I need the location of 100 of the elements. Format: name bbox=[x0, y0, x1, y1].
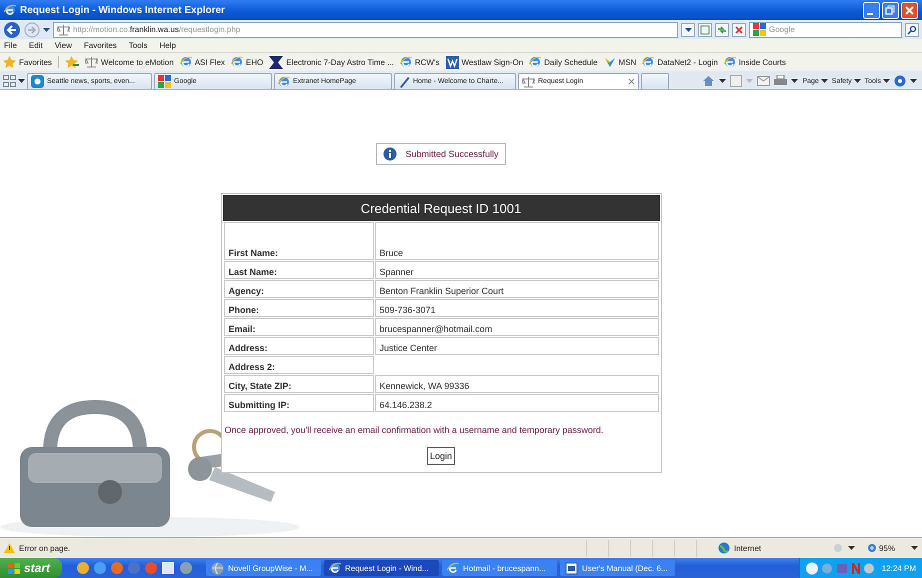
tiles-icon bbox=[753, 23, 766, 36]
field-value: Kennewick, WA 99336 bbox=[374, 375, 658, 393]
scale-icon bbox=[522, 76, 535, 88]
favorite-link[interactable]: DataNet2 - Login bbox=[642, 56, 718, 68]
field-label: Last Name: bbox=[224, 261, 374, 279]
field-label: Address 2: bbox=[224, 356, 374, 374]
field-value: Spanner bbox=[374, 261, 658, 279]
caret-icon[interactable] bbox=[719, 79, 726, 83]
address-field[interactable]: http://motion.co.franklin.wa.us/requestlogin.php bbox=[53, 22, 678, 38]
menu-item[interactable]: View bbox=[54, 41, 72, 50]
help-icon[interactable] bbox=[894, 75, 906, 87]
url-text: http://motion.co.franklin.wa.us/requestlogin.php bbox=[73, 25, 240, 34]
scale-icon bbox=[84, 56, 98, 68]
mail-icon[interactable] bbox=[757, 76, 770, 86]
menu-item[interactable]: Tools bbox=[128, 41, 148, 50]
field-label: First Name: bbox=[224, 222, 374, 260]
zone-text: Internet bbox=[734, 544, 762, 552]
taskbar-button[interactable]: Request Login - Wind... bbox=[324, 560, 439, 576]
scale-icon bbox=[57, 24, 70, 36]
field-value: 64.146.238.2 bbox=[374, 394, 658, 412]
close-icon[interactable] bbox=[628, 78, 635, 85]
menu-item[interactable]: Favorites bbox=[84, 41, 117, 50]
browser-icon bbox=[642, 56, 654, 68]
field-label: Email: bbox=[224, 318, 374, 336]
info-icon bbox=[383, 147, 398, 161]
windows-flag-icon bbox=[8, 562, 20, 574]
notice-text: Submitted Successfully bbox=[405, 149, 499, 159]
caret-icon[interactable] bbox=[911, 546, 918, 550]
warning-icon bbox=[4, 543, 15, 553]
field-value: brucespanner@hotmail.com bbox=[374, 318, 658, 336]
field-label: City, State ZIP: bbox=[224, 375, 374, 393]
caret-icon[interactable] bbox=[791, 79, 798, 83]
caret-icon[interactable] bbox=[18, 79, 25, 83]
caret-icon[interactable] bbox=[910, 79, 917, 83]
zoom-button[interactable]: 95% bbox=[866, 543, 895, 553]
login-button[interactable]: Login bbox=[426, 447, 456, 465]
taskbar-button[interactable]: User's Manual (Dec. 6... bbox=[560, 560, 675, 576]
caret-icon[interactable] bbox=[883, 79, 890, 83]
menu-item[interactable]: File bbox=[4, 41, 17, 50]
logo-icon bbox=[31, 75, 44, 88]
search-field[interactable]: Google bbox=[749, 22, 902, 38]
menu-item[interactable]: Edit bbox=[28, 41, 43, 50]
stop-icon[interactable] bbox=[732, 22, 746, 36]
favorite-link[interactable]: RCW's bbox=[400, 56, 440, 68]
caret-icon[interactable] bbox=[848, 546, 855, 550]
favorite-link[interactable]: ASI Flex bbox=[180, 56, 225, 68]
add-favorite-icon[interactable] bbox=[64, 56, 79, 68]
favorite-link[interactable]: Electronic 7-Day Astro Time ... bbox=[269, 56, 394, 68]
taskbar-button[interactable]: Hotmail - brucespann... bbox=[442, 560, 557, 576]
browser-icon bbox=[329, 562, 341, 574]
favorite-link[interactable]: MSN bbox=[604, 56, 636, 68]
tiles-icon bbox=[158, 75, 171, 88]
zoom-icon bbox=[866, 543, 877, 553]
globe-icon bbox=[211, 562, 224, 574]
star-icon bbox=[3, 56, 16, 68]
browser-icon bbox=[447, 562, 459, 574]
search-icon[interactable] bbox=[905, 22, 919, 36]
confirmation-message: Once approved, you'll receive an email confirmation with a username and temporary password. bbox=[224, 424, 604, 437]
status-text: Error on page. bbox=[19, 544, 72, 552]
browser-icon bbox=[278, 76, 290, 88]
card-title: Credential Request ID 1001 bbox=[222, 195, 660, 221]
field-label: Address: bbox=[224, 337, 374, 355]
caret-icon[interactable] bbox=[684, 28, 692, 32]
favorite-link[interactable]: Welcome to eMotion bbox=[84, 56, 174, 68]
hourglass-icon bbox=[269, 56, 284, 68]
favorite-link[interactable]: Daily Schedule bbox=[529, 56, 598, 68]
caret-icon[interactable] bbox=[820, 79, 828, 83]
favorite-link[interactable]: EHO bbox=[230, 56, 264, 68]
favorites-button[interactable]: Favorites bbox=[3, 56, 52, 68]
refresh-icon[interactable] bbox=[715, 22, 729, 36]
field-label: Phone: bbox=[224, 299, 374, 317]
browser-icon bbox=[180, 56, 192, 68]
logo-icon bbox=[446, 56, 458, 68]
field-label: Submitting IP: bbox=[224, 394, 374, 412]
browser-icon bbox=[4, 4, 16, 16]
field-value: Justice Center bbox=[374, 337, 658, 355]
tray-icons-drawing bbox=[806, 562, 876, 574]
browser-icon bbox=[230, 56, 243, 68]
minimize-button[interactable] bbox=[863, 2, 880, 18]
field-value: Bruce bbox=[374, 222, 658, 260]
back-button[interactable] bbox=[3, 20, 21, 38]
caret-icon[interactable] bbox=[43, 28, 50, 32]
dropdown-button[interactable] bbox=[681, 22, 695, 36]
favorite-link[interactable]: Inside Courts bbox=[724, 56, 786, 68]
clock: 12:24 PM bbox=[882, 564, 916, 572]
browser-icon bbox=[529, 56, 542, 68]
field-value: Benton Franklin Superior Court bbox=[374, 280, 658, 298]
caret-icon[interactable] bbox=[854, 79, 861, 83]
close-button[interactable] bbox=[901, 2, 918, 18]
restore-button[interactable] bbox=[882, 2, 899, 18]
document-icon bbox=[565, 562, 578, 574]
pen-icon bbox=[398, 76, 410, 88]
field-label: Agency: bbox=[224, 280, 374, 298]
menu-item[interactable]: Help bbox=[159, 41, 176, 50]
print-icon[interactable] bbox=[774, 75, 788, 87]
field-value: 509-736-3071 bbox=[374, 299, 658, 317]
taskbar-button[interactable]: Novell GroupWise - M... bbox=[206, 560, 321, 576]
globe-icon bbox=[718, 542, 730, 554]
browser-icon bbox=[400, 56, 412, 68]
favorite-link[interactable]: Westlaw Sign-On bbox=[446, 56, 524, 68]
